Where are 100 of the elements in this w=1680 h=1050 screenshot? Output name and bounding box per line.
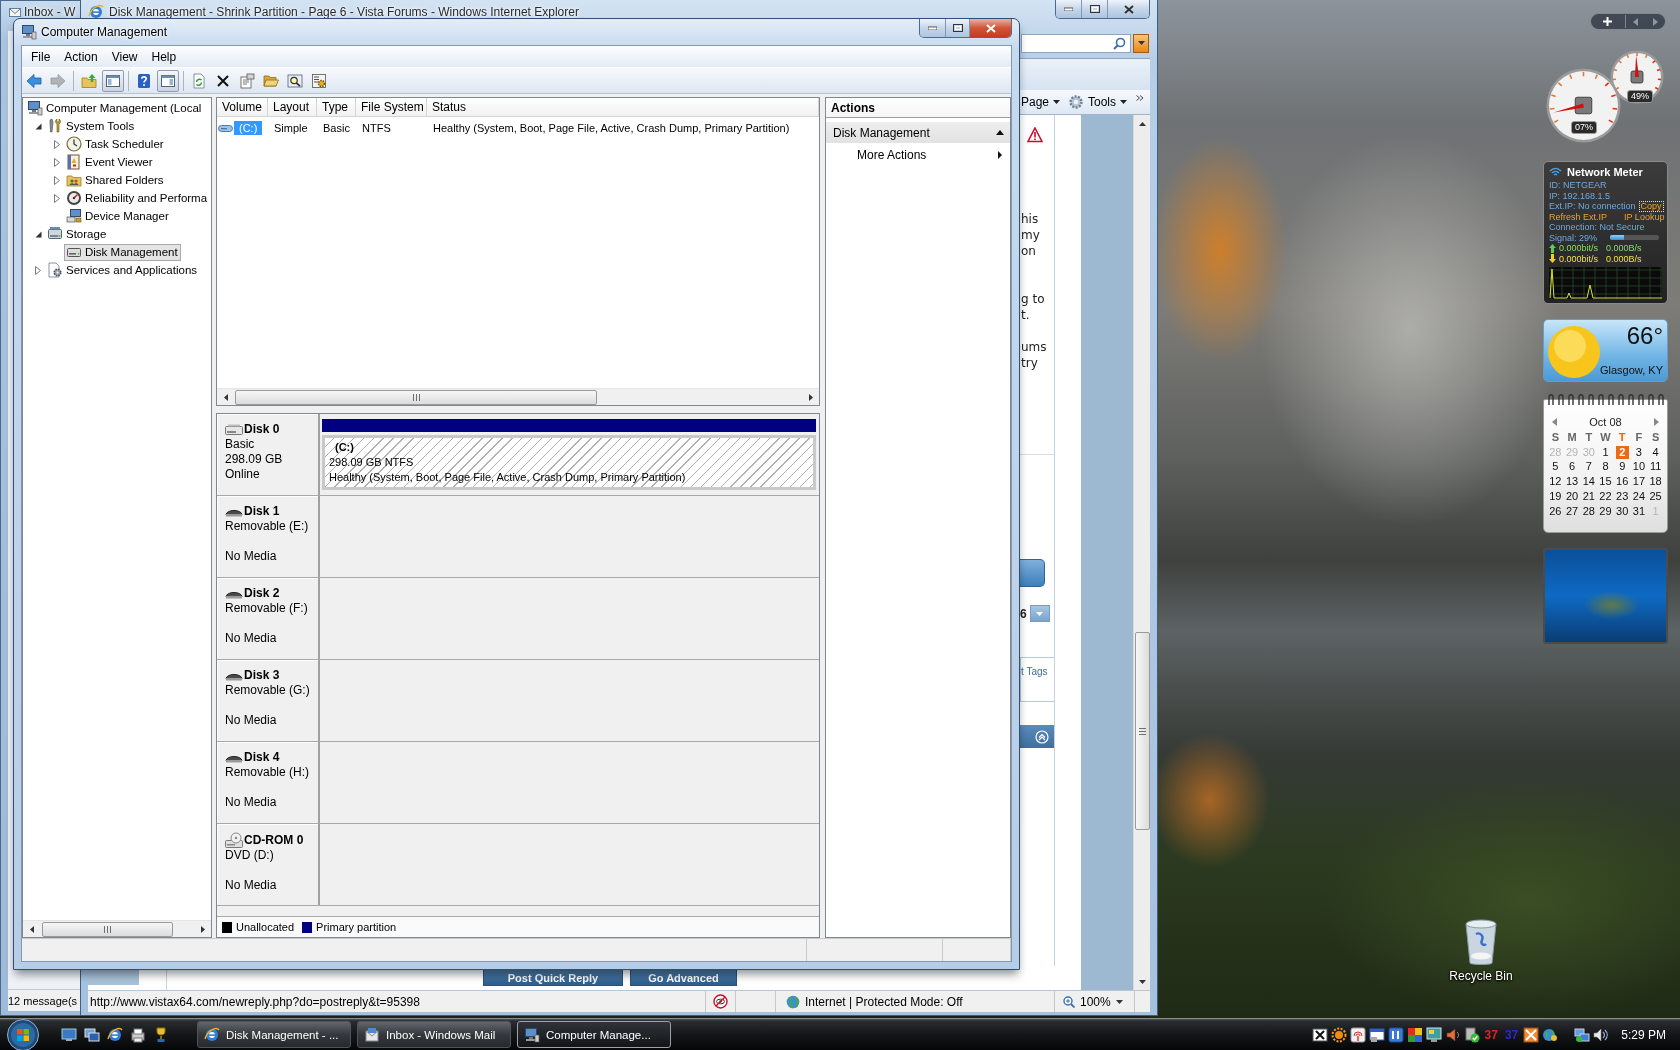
action-pane-button[interactable] (157, 69, 179, 92)
collapsed-arrow-icon[interactable] (54, 193, 60, 203)
tree-item[interactable]: Reliability and Performa (64, 189, 211, 207)
tree-item[interactable]: Services and Applications (45, 261, 201, 279)
partition-box[interactable]: (C:) 298.09 GB NTFS Healthy (System, Boot, Page File, Active, Crash Dump, Primary Partition) (322, 435, 816, 490)
caret-down-icon[interactable] (1115, 999, 1123, 1004)
calendar-day[interactable]: 12 (1548, 475, 1563, 489)
calendar-day[interactable]: 6 (1565, 460, 1579, 474)
collapsed-arrow-icon[interactable] (54, 175, 60, 185)
collapsed-arrow-icon[interactable] (35, 265, 41, 275)
cross-box-icon[interactable] (1523, 1026, 1540, 1043)
search-field[interactable] (1021, 33, 1131, 53)
calendar-day[interactable]: 14 (1581, 475, 1596, 489)
taskbar-button[interactable]: Inbox - Windows Mail (357, 1021, 511, 1048)
calendar-day[interactable]: 24 (1631, 490, 1647, 504)
right-arrow-icon[interactable] (1654, 418, 1659, 426)
menu-item[interactable]: File (24, 47, 58, 66)
calendar-day[interactable]: 27 (1564, 504, 1580, 518)
tools-button[interactable]: Tools (1065, 91, 1130, 113)
menu-item[interactable]: View (104, 47, 145, 66)
page-menu-button[interactable] (1029, 605, 1050, 622)
calendar-day[interactable]: 9 (1615, 460, 1629, 474)
tags-link[interactable]: t Tags (1021, 666, 1048, 677)
close-button[interactable] (1107, 0, 1149, 18)
maximize-button[interactable] (1081, 0, 1107, 18)
calendar-day[interactable]: 23 (1615, 490, 1630, 504)
calendar-day[interactable]: 26 (1548, 504, 1563, 518)
tree-item[interactable]: Device Manager (64, 207, 172, 225)
taskbar-button[interactable]: Disk Management - ... (197, 1021, 351, 1048)
menu-item[interactable]: Action (57, 47, 105, 66)
speaker-icon[interactable] (1444, 1026, 1461, 1043)
scrollbar-thumb[interactable] (235, 389, 597, 405)
calendar-day[interactable]: 18 (1648, 475, 1663, 489)
calendar-day[interactable]: 5 (1548, 460, 1562, 474)
globe-user-icon[interactable] (1542, 1026, 1559, 1043)
column-header[interactable]: Type (317, 98, 356, 116)
calendar-day[interactable]: 17 (1631, 475, 1647, 489)
monitor-icon[interactable] (1425, 1026, 1442, 1043)
window-icon[interactable] (1368, 1026, 1385, 1043)
section-header[interactable]: Disk Management (826, 122, 1010, 143)
calendar-day[interactable]: 15 (1598, 475, 1613, 489)
tree-item[interactable]: Storage (45, 225, 110, 243)
pause-icon[interactable] (1387, 1026, 1404, 1043)
calendar-day[interactable]: 19 (1548, 490, 1563, 504)
network-icon[interactable] (1574, 1026, 1591, 1043)
tree-item[interactable]: Task Scheduler (64, 135, 167, 153)
calendar-day[interactable]: 13 (1564, 475, 1580, 489)
action-item[interactable]: More Actions (826, 143, 1010, 167)
column-header[interactable]: Layout (268, 98, 317, 116)
calendar-day[interactable]: 30 (1615, 504, 1630, 518)
scrollbar-thumb[interactable] (1135, 632, 1150, 830)
calendar-day[interactable]: 22 (1598, 490, 1613, 504)
antenna-icon[interactable] (1349, 1026, 1366, 1043)
x-mark-icon[interactable] (1311, 1026, 1328, 1043)
calendar-day[interactable]: 28 (1581, 504, 1596, 518)
calendar-day[interactable]: 10 (1631, 460, 1647, 474)
collapsed-arrow-icon[interactable] (54, 139, 60, 149)
expanded-arrow-icon[interactable] (34, 230, 42, 238)
menu-item[interactable]: Help (144, 47, 184, 66)
calendar-day[interactable]: 31 (1631, 504, 1647, 518)
rounded-button[interactable] (1020, 559, 1045, 587)
search-options-button[interactable] (1133, 33, 1149, 53)
calendar-day[interactable]: 16 (1615, 475, 1630, 489)
calendar-day[interactable]: 20 (1564, 490, 1580, 504)
page-button[interactable]: Page (1017, 91, 1063, 113)
column-header[interactable]: File System (356, 98, 427, 116)
tree-item[interactable]: Computer Management (Local (25, 99, 205, 117)
calendar-day[interactable]: 4 (1649, 445, 1663, 459)
tray-counter[interactable]: 37 (1482, 1027, 1500, 1042)
calendar-day[interactable]: 11 (1648, 460, 1663, 474)
left-arrow-icon[interactable] (1552, 418, 1557, 426)
desktop-shortcut[interactable]: Recycle Bin (1441, 918, 1521, 983)
refresh-link[interactable]: Refresh Ext.IP (1549, 211, 1608, 222)
colored-squares-icon[interactable] (1406, 1026, 1423, 1043)
tree-item[interactable]: Disk Management (64, 243, 181, 261)
close-button[interactable] (969, 19, 1011, 37)
tree-item[interactable]: System Tools (45, 117, 138, 135)
volume-icon[interactable] (1593, 1026, 1610, 1043)
scrollbar-thumb[interactable] (42, 921, 173, 937)
calendar-day[interactable]: 1 (1599, 445, 1612, 459)
tree-item[interactable]: Event Viewer (64, 153, 156, 171)
expanded-arrow-icon[interactable] (34, 122, 42, 130)
calendar-day[interactable]: 21 (1581, 490, 1596, 504)
copy-link[interactable]: Copy (1638, 200, 1664, 212)
sun-icon[interactable] (1330, 1026, 1347, 1043)
check-device-icon[interactable] (1463, 1026, 1480, 1043)
column-header[interactable]: Volume (217, 98, 268, 116)
collapsed-arrow-icon[interactable] (54, 157, 60, 167)
calendar-day[interactable]: 25 (1648, 490, 1663, 504)
console-tree-button[interactable] (102, 69, 124, 92)
column-header[interactable]: Status (427, 98, 819, 116)
maximize-button[interactable] (945, 19, 969, 37)
lookup-link[interactable]: IP Lookup (1624, 211, 1665, 222)
calendar-day[interactable]: 7 (1582, 460, 1596, 474)
collapse-icon[interactable] (1035, 729, 1049, 744)
calendar-day[interactable]: 8 (1599, 460, 1612, 474)
taskbar-button[interactable]: Computer Manage... (517, 1021, 671, 1048)
tree-item[interactable]: Shared Folders (64, 171, 167, 189)
calendar-day[interactable]: 29 (1598, 504, 1613, 518)
calendar-day[interactable]: 3 (1632, 445, 1646, 459)
